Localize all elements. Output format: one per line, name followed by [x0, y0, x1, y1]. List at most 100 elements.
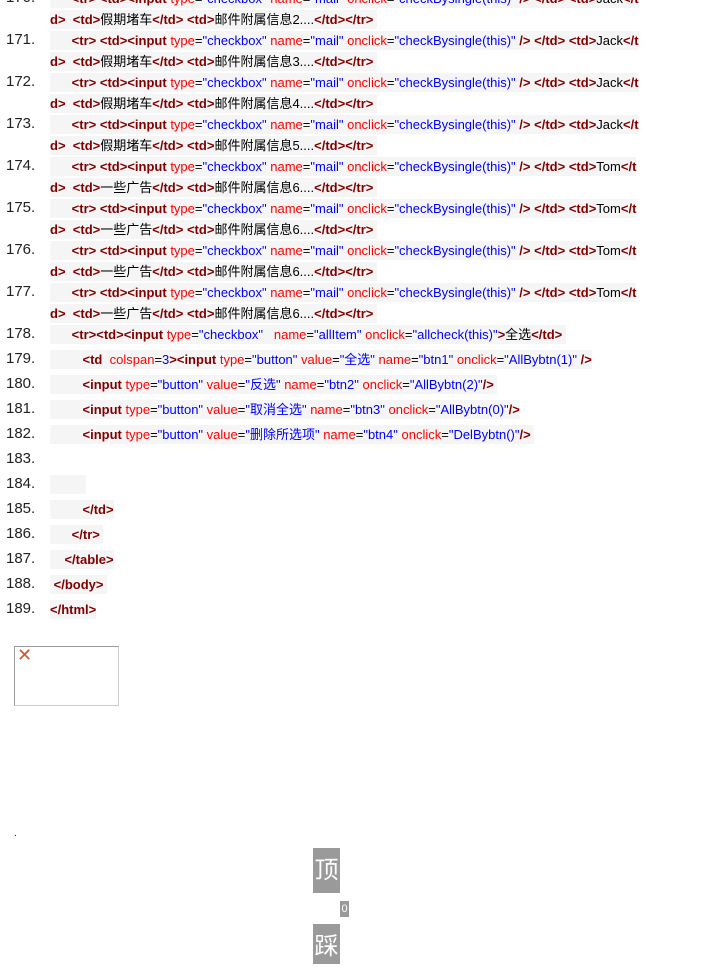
code-token-tag: <td>	[568, 159, 597, 174]
code-token-txt: 邮件附属信息6....	[214, 306, 315, 321]
code-token-val: "AllBybtn(0)"	[435, 402, 509, 417]
code-token-val: "checkBysingle(this)"	[394, 75, 516, 90]
code-token-txt: =	[428, 402, 436, 417]
code-token-txt: 假期堵车	[100, 12, 153, 27]
code-token-attr: name	[270, 0, 303, 6]
code-token-tag: </td></tr>	[314, 264, 374, 279]
code-line: 184.	[0, 473, 716, 498]
code-text: <input type="button" value="删除所选项" name=…	[50, 423, 640, 445]
code-token-attr: value	[301, 352, 333, 367]
code-token-txt: 邮件附属信息6....	[214, 180, 315, 195]
code-token-tag: <tr>	[71, 33, 97, 48]
code-token-tag: </td>	[152, 96, 184, 111]
code-token-tag: <td>	[72, 96, 101, 111]
code-token-val: "checkbox"	[202, 33, 267, 48]
line-number: 186.	[6, 525, 36, 542]
code-token-txt: =	[402, 377, 410, 392]
code-token-txt: Jack	[596, 33, 624, 48]
code-token-tag: </td>	[534, 0, 565, 6]
code-token-attr: onclick	[456, 352, 497, 367]
code-line: 182. <input type="button" value="删除所选项" …	[0, 423, 716, 448]
code-token-attr: name	[270, 285, 303, 300]
code-token-tag: </td>	[82, 502, 114, 517]
code-token-val: "checkbox"	[202, 201, 267, 216]
code-token-val: "allItem"	[313, 327, 362, 342]
code-token-attr: onclick	[347, 33, 387, 48]
code-text: <tr> <td><input type="checkbox" name="ma…	[50, 113, 640, 156]
code-text: <tr> <td><input type="checkbox" name="ma…	[50, 71, 640, 114]
code-line: 171. <tr> <td><input type="checkbox" nam…	[0, 29, 716, 71]
code-token-attr: name	[270, 33, 303, 48]
code-token-tag: </td>	[152, 12, 184, 27]
code-token-txt: Jack	[596, 117, 624, 132]
code-token-txt: 假期堵车	[100, 138, 153, 153]
code-line: 183.	[0, 448, 716, 473]
code-token-attr: type	[125, 427, 151, 442]
code-token-tag: <tr>	[72, 0, 97, 6]
code-token-attr: onclick	[347, 117, 387, 132]
code-token-tag: <td>	[186, 54, 215, 69]
code-token-attr: type	[166, 327, 192, 342]
code-token-tag: </td>	[152, 180, 184, 195]
code-token-val: "AllBybtn(1)"	[504, 352, 577, 367]
code-token-val: "mail"	[310, 0, 343, 6]
code-token-val: "btn1"	[418, 352, 454, 367]
code-token-tag: />	[519, 0, 530, 6]
code-token-tag: <td>	[72, 264, 101, 279]
code-token-val: "button"	[252, 352, 298, 367]
code-token-tag: <td><input	[99, 285, 167, 300]
code-token-tag: <td>	[186, 180, 215, 195]
code-token-val: "button"	[157, 402, 204, 417]
code-token-attr: type	[170, 0, 195, 6]
code-token-val: "btn2"	[324, 377, 359, 392]
digg-button[interactable]: 顶	[313, 848, 340, 893]
code-token-val: "checkBysingle(this)"	[394, 243, 516, 258]
code-token-val: "checkBysingle(this)"	[394, 201, 516, 216]
bury-button[interactable]: 踩	[313, 924, 340, 964]
code-line: 170. <tr> <td><input type="checkbox" nam…	[0, 0, 716, 29]
code-line: 187. </table>	[0, 548, 716, 573]
code-token-val: "checkbox"	[202, 75, 267, 90]
code-token-tag: <td><input	[99, 33, 167, 48]
code-token-txt: =	[150, 427, 158, 442]
code-token-val: "checkBysingle(this)"	[394, 33, 516, 48]
code-token-attr: onclick	[347, 0, 387, 6]
code-token-attr: onclick	[365, 327, 405, 342]
code-token-attr: type	[170, 201, 195, 216]
code-token-attr: type	[170, 243, 195, 258]
code-token-tag: </td>	[534, 243, 566, 258]
code-token-attr: onclick	[347, 75, 387, 90]
code-text	[50, 473, 640, 495]
code-token-tag: </td>	[534, 285, 566, 300]
code-token-tag: </body>	[53, 577, 104, 592]
code-token-txt: Jack	[596, 75, 624, 90]
code-token-tag: />	[580, 352, 592, 367]
code-token-txt: =	[306, 327, 314, 342]
code-line: 177. <tr> <td><input type="checkbox" nam…	[0, 281, 716, 323]
code-token-val: "mail"	[310, 285, 344, 300]
code-token-tag: </td>	[534, 201, 566, 216]
code-token-tag: />	[519, 201, 531, 216]
code-token-tag: <tr>	[71, 75, 97, 90]
code-token-tag: </td>	[152, 306, 184, 321]
code-token-attr: type	[170, 117, 195, 132]
code-line: 175. <tr> <td><input type="checkbox" nam…	[0, 197, 716, 239]
code-token-txt: 全选	[505, 327, 532, 342]
code-token-val: "btn3"	[350, 402, 385, 417]
code-token-attr: name	[270, 75, 303, 90]
code-token-txt: 邮件附属信息2....	[214, 12, 315, 27]
line-number: 170.	[0, 0, 50, 8]
code-token-tag: <tr><td><input	[71, 327, 164, 342]
